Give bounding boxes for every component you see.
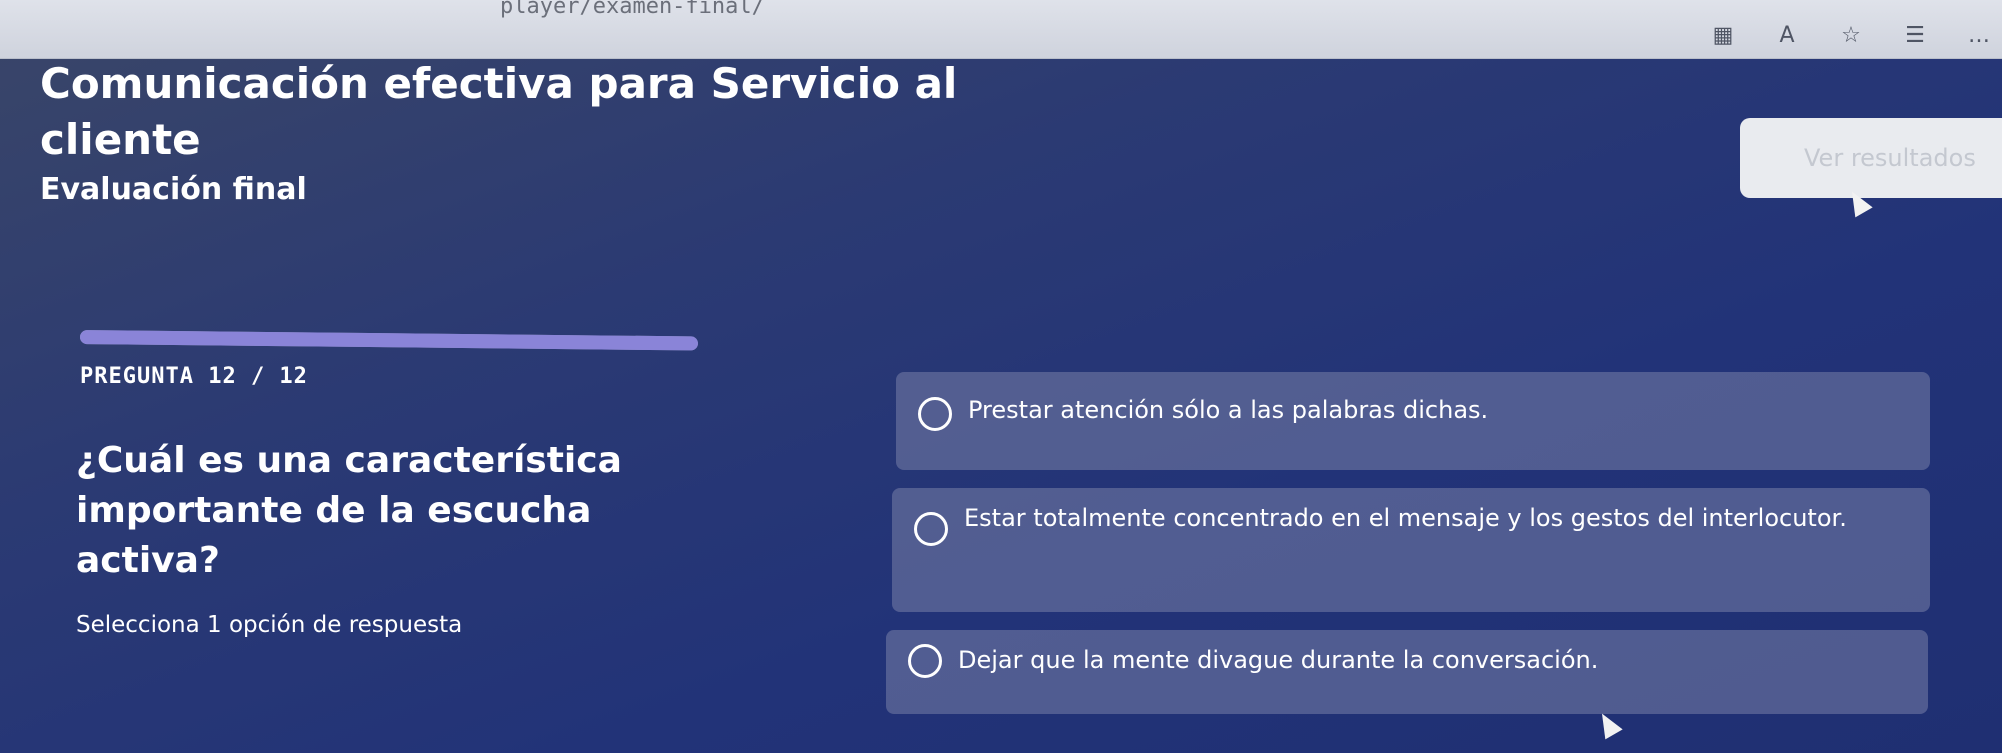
favorites-list-icon[interactable]: ☰	[1902, 22, 1928, 48]
answer-option-label-3: Dejar que la mente divague durante la co…	[958, 646, 1599, 674]
favorite-star-icon[interactable]: ☆	[1838, 22, 1864, 48]
browser-toolbar: player/examen-final/ ▦ A ☆ ☰ …	[0, 0, 2002, 59]
view-results-button[interactable]: Ver resultados	[1740, 118, 2002, 198]
answer-option-1[interactable]: Prestar atención sólo a las palabras dic…	[896, 372, 1930, 470]
answer-option-2[interactable]: Estar totalmente concentrado en el mensa…	[892, 488, 1930, 612]
answer-option-3[interactable]: Dejar que la mente divague durante la co…	[886, 630, 1928, 714]
progress-bar	[79, 330, 699, 351]
browser-toolbar-icons: ▦ A ☆ ☰ …	[1710, 22, 1992, 48]
radio-button-1[interactable]	[918, 397, 952, 431]
radio-button-3[interactable]	[908, 644, 942, 678]
address-bar-url[interactable]: player/examen-final/	[500, 0, 765, 19]
question-counter: PREGUNTA 12 / 12	[80, 364, 308, 389]
answer-option-label-2: Estar totalmente concentrado en el mensa…	[964, 504, 1847, 532]
question-text: ¿Cuál es una característica importante d…	[76, 440, 622, 581]
progress-bar-fill	[79, 330, 699, 351]
more-icon[interactable]: …	[1966, 22, 1992, 48]
reader-view-icon[interactable]: ▦	[1710, 22, 1736, 48]
answer-instruction: Selecciona 1 opción de respuesta	[76, 612, 463, 638]
read-aloud-icon[interactable]: A	[1774, 22, 1800, 48]
course-title: Comunicación efectiva para Servicio al c…	[40, 59, 958, 164]
exam-subtitle: Evaluación final	[40, 172, 307, 207]
answer-option-label-1: Prestar atención sólo a las palabras dic…	[968, 396, 1489, 424]
radio-button-2[interactable]	[914, 512, 948, 546]
